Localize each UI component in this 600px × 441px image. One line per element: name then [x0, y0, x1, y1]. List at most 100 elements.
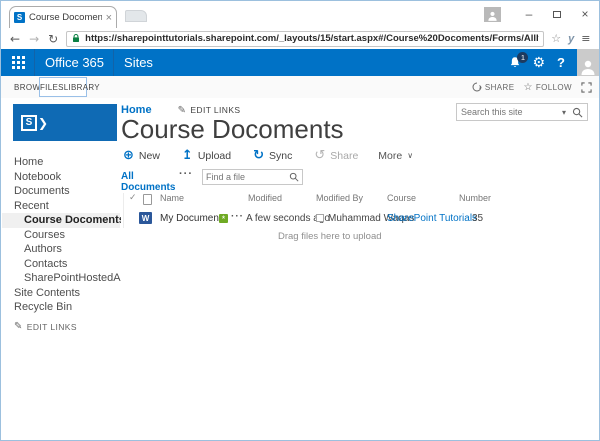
- new-tab-button[interactable]: [125, 10, 147, 22]
- column-header-number[interactable]: Number: [459, 193, 491, 203]
- refresh-icon[interactable]: ↻: [48, 32, 58, 46]
- sidebar-item-site-contents[interactable]: Site Contents: [2, 286, 120, 301]
- sidebar-item-home[interactable]: Home: [2, 155, 120, 170]
- new-label: New: [139, 150, 160, 162]
- upload-label: Upload: [198, 150, 231, 162]
- browser-tab[interactable]: S Course Docoments - All D ×: [9, 6, 117, 28]
- column-header-modified[interactable]: Modified: [248, 193, 282, 203]
- follow-button[interactable]: ☆ FOLLOW: [523, 82, 572, 93]
- gear-icon[interactable]: ⚙: [532, 55, 545, 71]
- new-button[interactable]: ⊕ New: [123, 149, 160, 162]
- share-label: Share: [330, 150, 358, 162]
- find-file-input[interactable]: [206, 172, 289, 182]
- app-launcher-icon[interactable]: [12, 56, 25, 69]
- menu-icon[interactable]: ≡: [581, 32, 590, 45]
- share-disabled-icon: ↺: [314, 149, 325, 162]
- doc-type-column-icon[interactable]: [143, 194, 152, 205]
- sidebar-item-course-docoments[interactable]: Course Docoments: [2, 213, 120, 228]
- chevron-down-icon: ∨: [407, 151, 413, 160]
- more-label: More: [378, 150, 402, 162]
- column-header-name[interactable]: Name: [160, 193, 184, 203]
- ribbon-tab-group: FILES LIBRARY: [39, 77, 87, 97]
- sites-label[interactable]: Sites: [124, 55, 153, 70]
- suite-bar: Office 365 Sites 1 ⚙ ?: [1, 49, 599, 76]
- select-all-icon[interactable]: ✓: [129, 193, 137, 203]
- upload-icon: ↥: [182, 149, 193, 162]
- focus-icon: [581, 82, 592, 93]
- close-button[interactable]: ×: [571, 3, 599, 25]
- tab-library[interactable]: LIBRARY: [64, 83, 100, 92]
- sidebar-item-sharepointhostedapp[interactable]: SharePointHostedApp: [2, 271, 120, 286]
- list-header-row: ✓ Name Modified Modified By Course Numbe…: [124, 193, 483, 206]
- column-header-course[interactable]: Course: [387, 193, 416, 203]
- find-file-box[interactable]: [202, 169, 303, 185]
- sidebar-item-contacts[interactable]: Contacts: [2, 257, 120, 272]
- browser-profile-icon[interactable]: [484, 7, 501, 22]
- pencil-icon: ✎: [14, 321, 23, 332]
- drag-drop-hint: Drag files here to upload: [278, 231, 382, 242]
- more-button[interactable]: More ∨: [378, 150, 413, 162]
- site-search-input[interactable]: [461, 107, 562, 117]
- tab-title: Course Docoments - All D: [29, 12, 102, 23]
- share-document-button: ↺ Share: [314, 149, 358, 162]
- suite-separator: [113, 49, 114, 76]
- document-list: ✓ Name Modified Modified By Course Numbe…: [123, 193, 483, 228]
- site-search-box[interactable]: ▾: [456, 103, 588, 121]
- search-icon[interactable]: [572, 107, 583, 118]
- search-icon[interactable]: [289, 172, 299, 182]
- tab-close-icon[interactable]: ×: [106, 12, 112, 24]
- command-toolbar: ⊕ New ↥ Upload ↻ Sync ↺ Share More ∨: [123, 149, 413, 162]
- word-document-icon: W: [139, 212, 152, 224]
- sidebar-nav: Home Notebook Documents Recent Course Do…: [2, 155, 120, 315]
- sidebar-item-authors[interactable]: Authors: [2, 242, 120, 257]
- extension-icon[interactable]: y: [568, 33, 574, 45]
- course-cell-link[interactable]: SharePoint Tutorials: [387, 213, 477, 224]
- maximize-icon: [553, 11, 561, 18]
- share-label: SHARE: [485, 83, 515, 92]
- back-icon[interactable]: ←: [10, 32, 20, 46]
- sidebar-edit-links[interactable]: ✎ EDIT LINKS: [14, 321, 77, 332]
- page-title: Course Docoments: [121, 114, 344, 145]
- office365-brand[interactable]: Office 365: [45, 55, 104, 70]
- suite-separator: [34, 49, 35, 76]
- table-row[interactable]: W My Document * ··· A few seconds ago Mu…: [124, 210, 483, 228]
- focus-mode-button[interactable]: [581, 82, 592, 93]
- ribbon-bar: BROWSE FILES LIBRARY SHARE ☆ FOLLOW: [1, 76, 599, 98]
- document-name-link[interactable]: My Document: [160, 213, 222, 224]
- sidebar-item-courses[interactable]: Courses: [2, 228, 120, 243]
- maximize-button[interactable]: [543, 3, 571, 25]
- forward-icon[interactable]: →: [29, 32, 39, 46]
- user-avatar[interactable]: [577, 49, 599, 76]
- bookmark-star-icon[interactable]: ☆: [551, 32, 561, 45]
- share-button[interactable]: SHARE: [472, 82, 515, 92]
- search-scope-dropdown-icon[interactable]: ▾: [562, 108, 566, 117]
- https-lock-icon: [71, 33, 81, 44]
- view-all-documents[interactable]: All Documents: [121, 171, 175, 193]
- sync-button[interactable]: ↻ Sync: [253, 149, 292, 162]
- browser-urlbar: ← → ↻ https://sharepointtutorials.sharep…: [1, 28, 599, 49]
- sidebar: S ❯ Home Notebook Documents Recent Cours…: [2, 98, 120, 439]
- presence-icon: [316, 214, 324, 222]
- browser-window: S Course Docoments - All D × – × ← → ↻ h…: [0, 0, 600, 441]
- help-icon[interactable]: ?: [557, 55, 565, 70]
- minimize-button[interactable]: –: [515, 3, 543, 25]
- sync-label: Sync: [269, 150, 292, 162]
- sidebar-item-notebook[interactable]: Notebook: [2, 170, 120, 185]
- site-logo[interactable]: S ❯: [13, 104, 117, 141]
- item-menu-ellipsis[interactable]: ···: [231, 211, 244, 222]
- upload-button[interactable]: ↥ Upload: [182, 149, 231, 162]
- sidebar-item-documents[interactable]: Documents: [2, 184, 120, 199]
- column-header-modified-by[interactable]: Modified By: [316, 193, 363, 203]
- sidebar-item-recycle-bin[interactable]: Recycle Bin: [2, 300, 120, 315]
- sharepoint-favicon-icon: S: [14, 12, 25, 23]
- sidebar-item-recent[interactable]: Recent: [2, 199, 120, 214]
- tab-files[interactable]: FILES: [40, 83, 64, 92]
- sharepoint-logo-icon: S: [21, 115, 37, 131]
- address-bar[interactable]: https://sharepointtutorials.sharepoint.c…: [66, 31, 544, 47]
- main-content: Home ✎ EDIT LINKS Course Docoments ▾ ⊕ N…: [121, 98, 598, 439]
- view-options-ellipsis[interactable]: ···: [179, 168, 193, 180]
- follow-star-icon: ☆: [523, 82, 532, 93]
- new-item-badge: *: [219, 214, 228, 223]
- sync-icon: ↻: [253, 149, 264, 162]
- notifications-bell-icon[interactable]: 1: [508, 56, 522, 69]
